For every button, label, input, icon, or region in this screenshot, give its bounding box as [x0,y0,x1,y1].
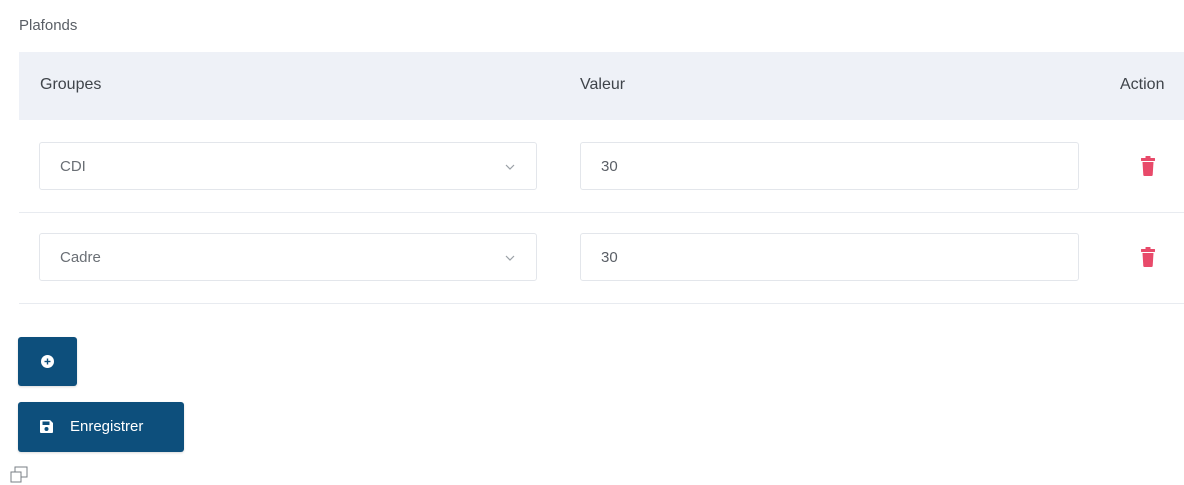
plafonds-page: Plafonds Groupes Valeur Action CDI Cadre [0,0,1184,485]
trash-icon[interactable] [1141,247,1155,267]
column-header-action: Action [1120,76,1165,93]
group-select-value: CDI [60,158,86,175]
plus-circle-icon [41,355,54,368]
column-header-groupes: Groupes [40,76,102,93]
section-title: Plafonds [19,17,78,34]
column-header-valeur: Valeur [580,76,626,93]
value-input[interactable] [580,233,1079,281]
chevron-down-icon [505,164,515,170]
group-select-value: Cadre [60,249,101,266]
value-input[interactable] [580,142,1079,190]
table-row: CDI [19,122,1184,213]
save-button[interactable]: Enregistrer [18,402,184,452]
group-select[interactable]: Cadre [39,233,537,281]
save-button-label: Enregistrer [70,418,144,435]
group-select[interactable]: CDI [39,142,537,190]
add-row-button[interactable] [18,337,77,386]
trash-icon[interactable] [1141,156,1155,176]
table-row: Cadre [19,213,1184,304]
floppy-disk-icon [40,420,53,433]
window-icon [10,466,28,483]
table-header: Groupes Valeur Action [19,52,1184,120]
chevron-down-icon [505,255,515,261]
